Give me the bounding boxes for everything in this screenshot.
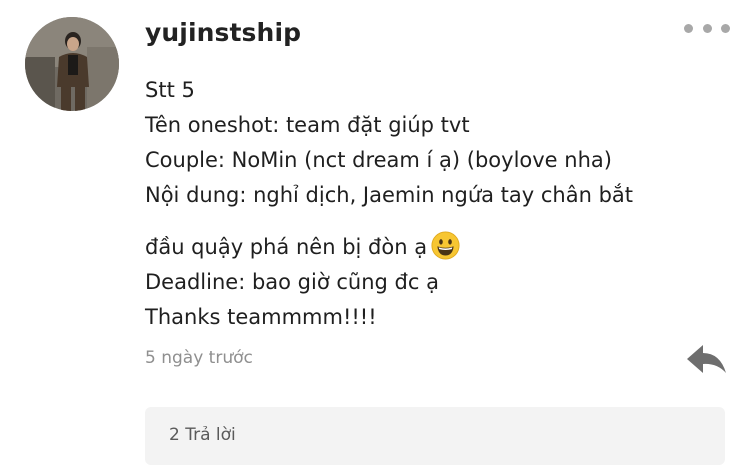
comment-line: Tên oneshot: team đặt giúp tvt (145, 113, 470, 137)
more-dots-icon (702, 23, 712, 33)
grinning-face-emoji (431, 231, 460, 260)
reply-button[interactable] (684, 342, 728, 378)
more-dots-icon (684, 23, 693, 33)
reply-arrow-icon (687, 345, 726, 373)
username[interactable]: yujinstship (145, 18, 301, 47)
comment-line: đầu quậy phá nên bị đòn ạ (145, 235, 428, 259)
comment-line: Deadline: bao giờ cũng đc ạ (145, 270, 439, 294)
view-replies-button[interactable]: 2 Trả lời (145, 407, 725, 465)
more-options-button[interactable] (684, 16, 730, 40)
comment-line: Nội dung: nghỉ dịch, Jaemin ngứa tay châ… (145, 183, 634, 207)
comment-line-with-emoji: đầu quậy phá nên bị đòn ạ (145, 231, 705, 266)
comment-timestamp: 5 ngày trước (145, 348, 253, 368)
more-dots-icon (721, 23, 730, 33)
replies-count-label: 2 Trả lời (169, 425, 236, 445)
avatar-image (25, 17, 119, 111)
avatar[interactable] (25, 17, 119, 111)
comment-line: Couple: NoMin (nct dream í ạ) (boylove n… (145, 148, 612, 172)
comment-line: Stt 5 (145, 78, 195, 102)
comment-line: Thanks teammmm!!!! (145, 305, 377, 329)
comment-body: Stt 5 Tên oneshot: team đặt giúp tvt Cou… (145, 74, 705, 336)
